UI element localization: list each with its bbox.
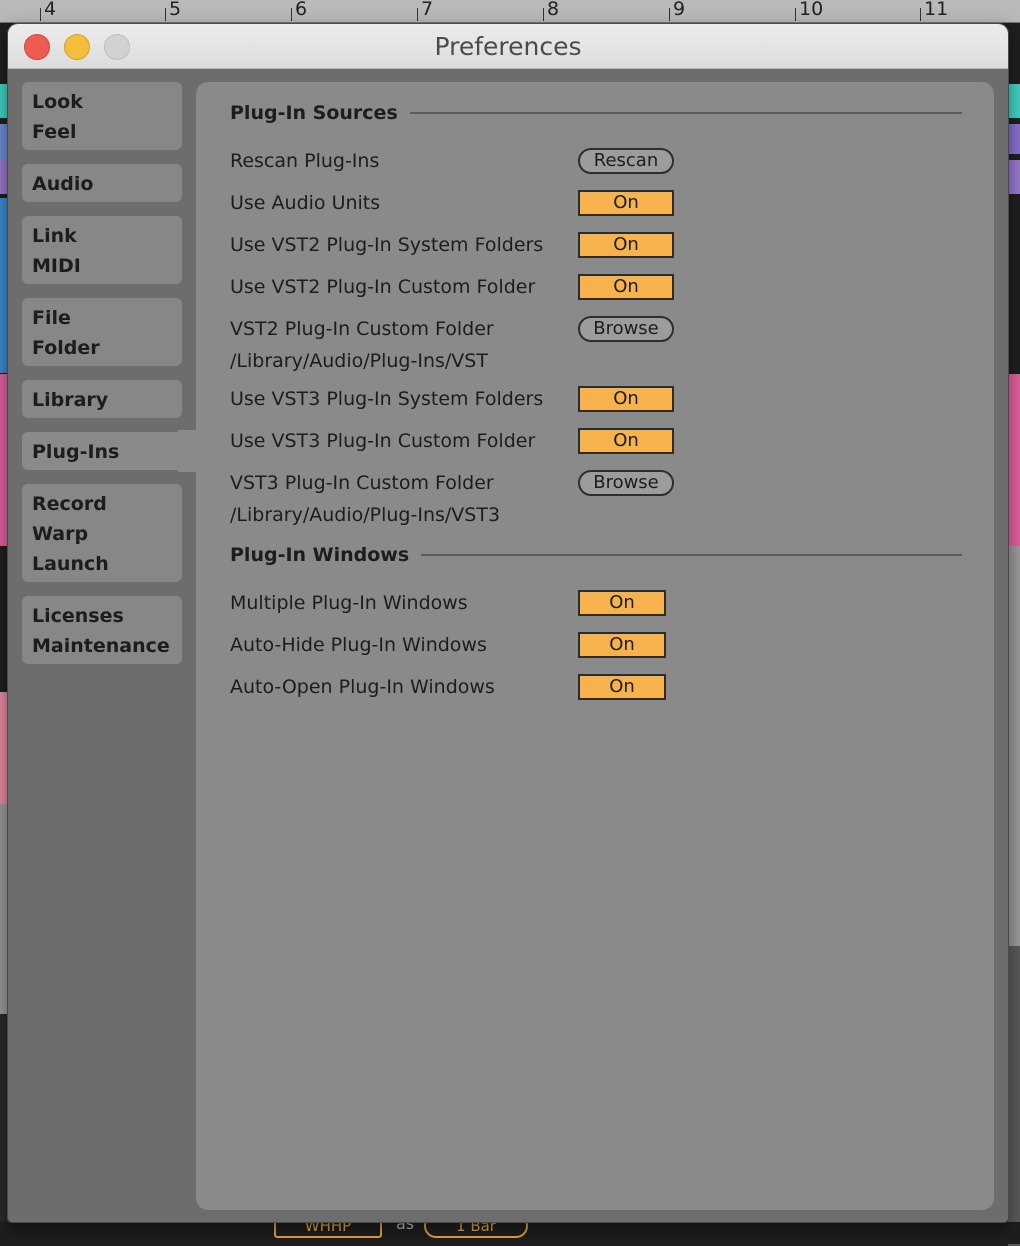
clip-right-purple[interactable] bbox=[1008, 124, 1020, 154]
row-label-audio-units: Use Audio Units bbox=[230, 192, 381, 214]
row-label-vst2-custom-folder-path: VST2 Plug-In Custom Folder bbox=[230, 318, 494, 340]
row-label-vst3-custom-folder: Use VST3 Plug-In Custom Folder bbox=[230, 430, 536, 452]
clip-right-gray[interactable] bbox=[1008, 546, 1020, 946]
sidebar-item-label: Warp bbox=[32, 523, 89, 545]
clip-right-dark bbox=[1008, 946, 1020, 1246]
sidebar-item-library[interactable]: Library bbox=[22, 380, 182, 418]
sidebar-item-label: Plug-Ins bbox=[32, 441, 120, 463]
vst2-browse-button[interactable]: Browse bbox=[578, 316, 674, 342]
row-label-multiple-windows: Multiple Plug-In Windows bbox=[230, 592, 468, 614]
arrangement-ruler[interactable]: 4 5 6 7 8 9 10 11 bbox=[0, 0, 1020, 23]
ruler-number: 4 bbox=[44, 0, 57, 20]
sidebar-item-label: Link bbox=[32, 225, 77, 247]
sidebar-item-look-feel[interactable]: Look Feel bbox=[22, 82, 182, 150]
row-label-rescan: Rescan Plug-Ins bbox=[230, 150, 380, 172]
sidebar-item-label: Library bbox=[32, 389, 109, 411]
preferences-window: Preferences Look Feel Audio Link MIDI Fi… bbox=[8, 24, 1008, 1222]
vst3-system-folders-toggle[interactable]: On bbox=[578, 386, 674, 412]
sidebar-item-label: Launch bbox=[32, 553, 109, 575]
window-title: Preferences bbox=[434, 32, 582, 61]
row-label-vst2-custom-folder: Use VST2 Plug-In Custom Folder bbox=[230, 276, 536, 298]
sidebar-item-plug-ins[interactable]: Plug-Ins bbox=[22, 432, 202, 470]
audio-units-toggle[interactable]: On bbox=[578, 190, 674, 216]
ruler-number: 10 bbox=[799, 0, 824, 20]
sidebar-item-link-midi[interactable]: Link MIDI bbox=[22, 216, 182, 284]
section-title-plug-in-windows: Plug-In Windows bbox=[230, 543, 422, 567]
vst3-custom-folder-toggle[interactable]: On bbox=[578, 428, 674, 454]
sidebar-item-label: File bbox=[32, 307, 71, 329]
ruler-number: 11 bbox=[924, 0, 949, 20]
sidebar-item-label: Licenses bbox=[32, 605, 124, 627]
sidebar-item-file-folder[interactable]: File Folder bbox=[22, 298, 182, 366]
row-label-auto-hide-windows: Auto-Hide Plug-In Windows bbox=[230, 634, 487, 656]
ruler-number: 7 bbox=[421, 0, 434, 20]
sidebar-item-licenses-maintenance[interactable]: Licenses Maintenance bbox=[22, 596, 182, 664]
vst2-folder-path: /Library/Audio/Plug-Ins/VST bbox=[230, 350, 488, 372]
rescan-button[interactable]: Rescan bbox=[578, 148, 674, 174]
ruler-number: 8 bbox=[547, 0, 560, 20]
section-divider bbox=[398, 112, 962, 114]
row-label-auto-open-windows: Auto-Open Plug-In Windows bbox=[230, 676, 495, 698]
row-label-vst3-custom-folder-path: VST3 Plug-In Custom Folder bbox=[230, 472, 494, 494]
vst2-system-folders-toggle[interactable]: On bbox=[578, 232, 674, 258]
sidebar-item-audio[interactable]: Audio bbox=[22, 164, 182, 202]
sidebar-item-label: Look bbox=[32, 91, 83, 113]
row-label-vst3-system-folders: Use VST3 Plug-In System Folders bbox=[230, 388, 544, 410]
sidebar-item-label: Folder bbox=[32, 337, 100, 359]
clip-right-teal[interactable] bbox=[1008, 84, 1020, 118]
sidebar-item-label: Record bbox=[32, 493, 107, 515]
vst3-folder-path: /Library/Audio/Plug-Ins/VST3 bbox=[230, 504, 501, 526]
sidebar-item-label: Maintenance bbox=[32, 635, 170, 657]
clip-right-pink[interactable] bbox=[1008, 374, 1020, 546]
auto-open-windows-toggle[interactable]: On bbox=[578, 674, 666, 700]
title-bar[interactable]: Preferences bbox=[8, 24, 1008, 69]
ruler-number: 9 bbox=[673, 0, 686, 20]
sidebar-item-label: Feel bbox=[32, 121, 77, 143]
sidebar-item-label: MIDI bbox=[32, 255, 81, 277]
auto-hide-windows-toggle[interactable]: On bbox=[578, 632, 666, 658]
row-label-vst2-system-folders: Use VST2 Plug-In System Folders bbox=[230, 234, 544, 256]
vst3-browse-button[interactable]: Browse bbox=[578, 470, 674, 496]
ruler-number: 6 bbox=[295, 0, 308, 20]
sidebar-item-record-warp-launch[interactable]: Record Warp Launch bbox=[22, 484, 182, 582]
section-title-plug-in-sources: Plug-In Sources bbox=[230, 101, 410, 125]
multiple-windows-toggle[interactable]: On bbox=[578, 590, 666, 616]
vst2-custom-folder-toggle[interactable]: On bbox=[578, 274, 674, 300]
clip-right-violet[interactable] bbox=[1008, 160, 1020, 194]
sidebar-item-label: Audio bbox=[32, 173, 94, 195]
section-divider bbox=[406, 554, 962, 556]
ruler-number: 5 bbox=[169, 0, 182, 20]
